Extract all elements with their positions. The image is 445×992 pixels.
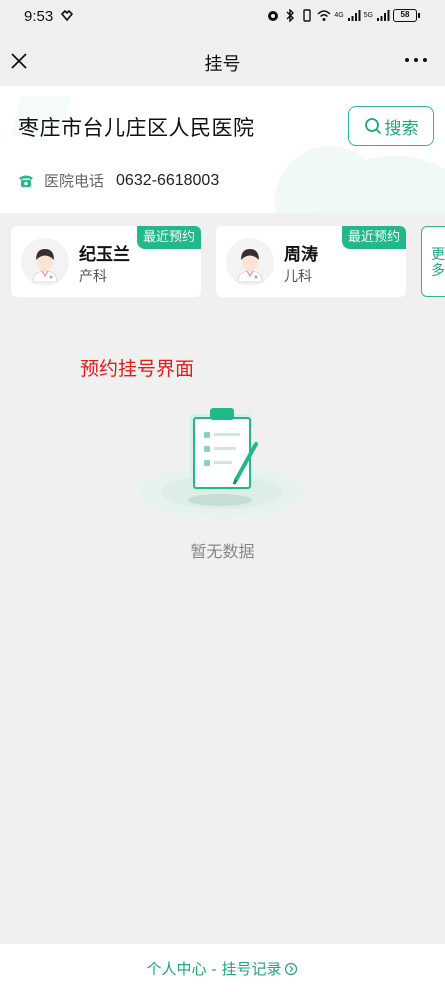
status-time: 9:53 — [24, 8, 54, 25]
doctor-avatar-icon — [226, 238, 274, 286]
dot — [423, 58, 427, 62]
hospital-phone[interactable]: 医院电话 0632-6618003 — [18, 170, 219, 191]
alarm-icon — [268, 11, 279, 21]
battery-icon: 58 — [393, 9, 420, 22]
doctor-avatar-icon — [21, 238, 69, 286]
footer-link-label: 个人中心 - 挂号记录 — [146, 960, 282, 978]
doctor-card[interactable]: 纪玉兰 产科 最近预约 — [11, 226, 201, 297]
booking-records-link[interactable]: 个人中心 - 挂号记录 — [0, 958, 445, 979]
doctor-name: 周涛 — [284, 245, 318, 265]
recent-badge: 最近预约 — [341, 226, 406, 249]
footer-bar: 个人中心 - 挂号记录 — [0, 944, 445, 992]
signal-icon — [377, 10, 390, 21]
phone-label: 医院电话 — [44, 172, 105, 190]
status-bar: 9:53 4G 5G 58 — [0, 0, 445, 36]
hospital-name: 枣庄市台儿庄区人民医院 — [18, 116, 255, 140]
recent-badge: 最近预约 — [136, 226, 201, 249]
heart-icon — [60, 10, 74, 22]
recent-doctors: 纪玉兰 产科 最近预约 周涛 儿科 最近预约 更多 — [0, 226, 445, 298]
bluetooth-icon — [286, 9, 295, 22]
empty-state-text: 暂无数据 — [190, 542, 255, 561]
phone-icon — [19, 175, 33, 187]
doctor-department: 儿科 — [284, 269, 312, 285]
status-icons: 4G 5G 58 — [266, 9, 420, 22]
phone-number: 0632-6618003 — [116, 171, 220, 189]
more-doctors-button[interactable]: 更多 — [421, 226, 445, 297]
avatar — [21, 238, 69, 286]
overlay-label: 预约挂号界面 — [80, 358, 195, 380]
page-title: 挂号 — [204, 54, 241, 75]
search-icon — [364, 118, 381, 135]
wifi-icon — [317, 10, 331, 21]
search-label: 搜索 — [384, 118, 419, 139]
more-icon[interactable] — [405, 58, 427, 62]
search-button[interactable]: 搜索 — [348, 106, 434, 146]
doctor-card[interactable]: 周涛 儿科 最近预约 — [216, 226, 406, 297]
doctor-department: 产科 — [79, 269, 107, 285]
dot — [405, 58, 409, 62]
network-2: 5G — [363, 12, 373, 19]
arrow-right-circle-icon — [285, 962, 298, 975]
vibrate-icon — [303, 9, 312, 22]
doctor-name: 纪玉兰 — [79, 245, 130, 265]
dot — [414, 58, 418, 62]
empty-clipboard-icon — [138, 408, 306, 518]
avatar — [226, 238, 274, 286]
title-bar: 挂号 — [0, 36, 445, 86]
hospital-header: 枣庄市台儿庄区人民医院 搜索 医院电话 0632-6618003 — [0, 86, 445, 213]
signal-icon — [347, 10, 361, 21]
more-label: 更多 — [431, 247, 445, 279]
network-1: 4G — [334, 12, 344, 19]
